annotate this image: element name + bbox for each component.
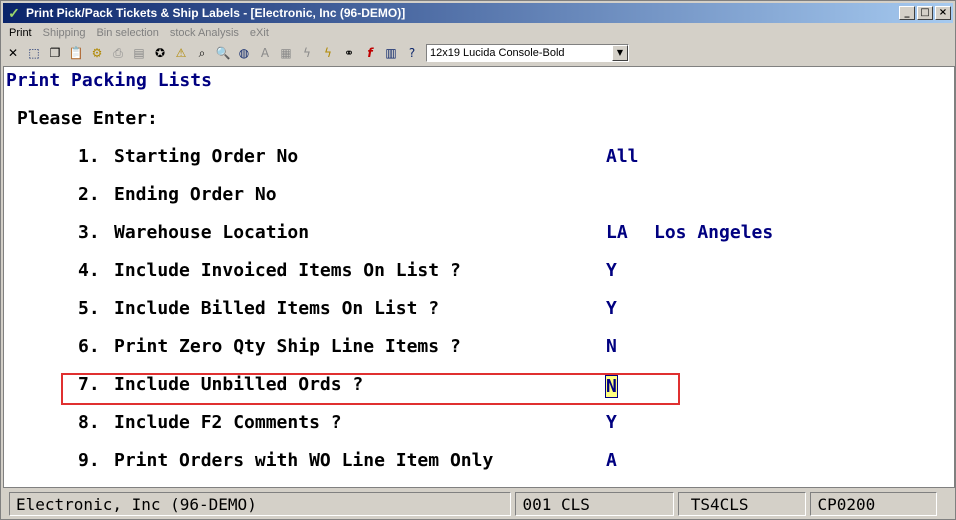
field-7-input[interactable]: N (605, 375, 618, 398)
field-3-value[interactable]: LA (606, 222, 628, 244)
field-4-label: Include Invoiced Items On List ? (114, 260, 461, 281)
lookup-icon[interactable]: ✪ (150, 43, 170, 63)
field-2-label: Ending Order No (114, 184, 277, 205)
field-8-label: Include F2 Comments ? (114, 412, 342, 433)
menu-bar: Print Shipping Bin selection stock Analy… (3, 24, 274, 42)
find-icon[interactable]: ⌕ (192, 43, 212, 63)
field-7-num: 7. (78, 374, 100, 395)
field-9-value[interactable]: A (606, 450, 617, 472)
field-1-value[interactable]: All (606, 146, 639, 168)
close-icon[interactable]: ✕ (3, 43, 23, 63)
settings-icon[interactable]: ⚙ (87, 43, 107, 63)
field-4-num: 4. (78, 260, 100, 281)
menu-print[interactable]: Print (3, 27, 37, 39)
paste-icon[interactable]: 📋 (66, 43, 86, 63)
screen-title: Print Packing Lists (6, 70, 212, 91)
field-8-value[interactable]: Y (606, 412, 617, 434)
globe-icon[interactable]: ◍ (234, 43, 254, 63)
menu-shipping[interactable]: Shipping (37, 27, 91, 39)
reports-icon[interactable]: ϟ (318, 43, 338, 63)
function-icon[interactable]: f (360, 43, 380, 63)
prompt-text: Please Enter: (17, 108, 158, 129)
lightning-icon[interactable]: ϟ (297, 43, 317, 63)
close-button[interactable]: × (935, 6, 951, 20)
field-9-label: Print Orders with WO Line Item Only (114, 450, 494, 471)
field-2-num: 2. (78, 184, 100, 205)
app-icon: ✓ (8, 5, 20, 21)
field-8-num: 8. (78, 412, 100, 433)
terminal-screen: Print Packing Lists Please Enter: 1. Sta… (3, 66, 955, 488)
field-3-label: Warehouse Location (114, 222, 310, 243)
status-user: TS4CLS (677, 492, 807, 516)
field-3-description: Los Angeles (654, 222, 774, 243)
menu-bin-selection[interactable]: Bin selection (90, 27, 163, 39)
font-icon[interactable]: A (255, 43, 275, 63)
field-6-num: 6. (78, 336, 100, 357)
status-terminal: 001 CLS (515, 492, 674, 516)
link-icon[interactable]: ⚭ (339, 43, 359, 63)
app-window: ✓ Print Pick/Pack Tickets & Ship Labels … (0, 0, 956, 520)
field-1-num: 1. (78, 146, 100, 167)
resize-grip[interactable] (941, 492, 955, 516)
title-bar[interactable]: ✓ Print Pick/Pack Tickets & Ship Labels … (3, 3, 953, 23)
field-6-value[interactable]: N (606, 336, 617, 358)
field-9-num: 9. (78, 450, 100, 471)
field-5-value[interactable]: Y (606, 298, 617, 320)
help-icon[interactable]: ? (402, 43, 422, 63)
select-icon[interactable]: ⬚ (24, 43, 44, 63)
toolbar: ✕ ⬚ ❐ 📋 ⚙ ⎙ ▤ ✪ ⚠ ⌕ 🔍 ◍ A ▦ ϟ ϟ ⚭ f ▥ ? … (3, 42, 953, 64)
font-select[interactable]: 12x19 Lucida Console-Bold ▼ (426, 44, 629, 62)
menu-stock-analysis[interactable]: stock Analysis (164, 27, 244, 39)
chevron-down-icon[interactable]: ▼ (612, 45, 628, 61)
maximize-button[interactable]: □ (917, 6, 933, 20)
field-5-label: Include Billed Items On List ? (114, 298, 440, 319)
field-4-value[interactable]: Y (606, 260, 617, 282)
window-title: Print Pick/Pack Tickets & Ship Labels - … (26, 6, 406, 20)
status-bar: Electronic, Inc (96-DEMO) 001 CLS TS4CLS… (3, 490, 955, 518)
print-icon[interactable]: ⎙ (108, 43, 128, 63)
field-5-num: 5. (78, 298, 100, 319)
status-company: Electronic, Inc (96-DEMO) (9, 492, 512, 516)
calendar-icon[interactable]: ▥ (381, 43, 401, 63)
field-3-num: 3. (78, 222, 100, 243)
field-1-label: Starting Order No (114, 146, 299, 167)
search-icon[interactable]: 🔍 (213, 43, 233, 63)
menu-exit[interactable]: eXit (244, 27, 274, 39)
calculator-icon[interactable]: ▦ (276, 43, 296, 63)
field-6-label: Print Zero Qty Ship Line Items ? (114, 336, 461, 357)
field-7-label: Include Unbilled Ords ? (114, 374, 364, 395)
warning-icon[interactable]: ⚠ (171, 43, 191, 63)
minimize-button[interactable]: _ (899, 6, 915, 20)
status-program: CP0200 (810, 492, 938, 516)
font-select-value: 12x19 Lucida Console-Bold (430, 47, 565, 59)
copy-icon[interactable]: ❐ (45, 43, 65, 63)
notes-icon[interactable]: ▤ (129, 43, 149, 63)
